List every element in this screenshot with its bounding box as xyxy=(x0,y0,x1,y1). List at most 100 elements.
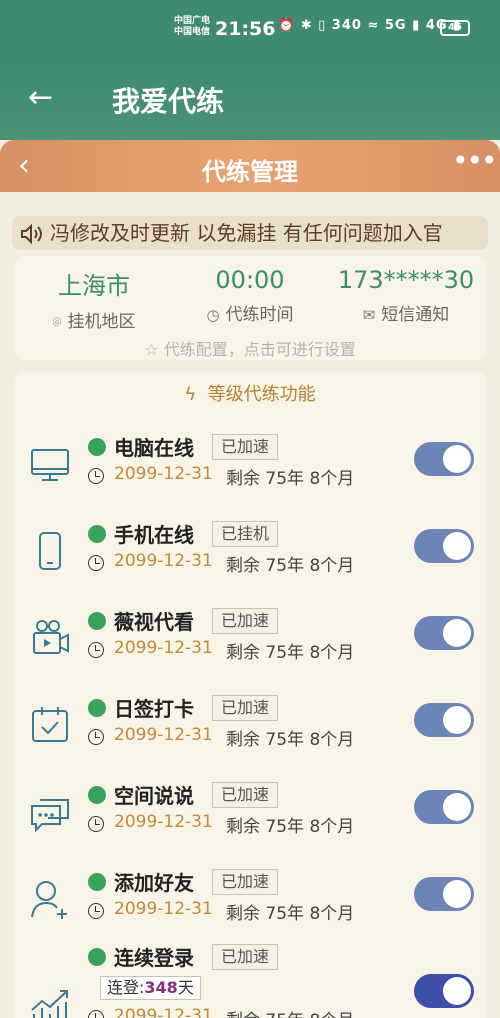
expire-date: 2099-12-31 xyxy=(114,464,213,484)
star-icon: ☆ xyxy=(144,340,164,359)
feature-row: 连续登录 已加速 连登:348天 2099-12-31 剩余 75年 8个月 xyxy=(14,944,486,1018)
more-icon[interactable]: ••• xyxy=(452,144,498,177)
feature-row: 日签打卡 已加速 2099-12-31 剩余 75年 8个月 xyxy=(14,691,486,771)
feature-card: ϟ 等级代练功能 电脑在线 已加速 2099-12-31 剩余 75年 8个月 … xyxy=(14,372,486,1018)
status-dot xyxy=(88,612,106,630)
feature-row: 薇视代看 已加速 2099-12-31 剩余 75年 8个月 xyxy=(14,604,486,684)
status-badge: 已加速 xyxy=(212,434,279,460)
toggle-switch[interactable] xyxy=(414,616,474,650)
notice-text: 冯修改及时更新 以免漏挂 有任何问题加入官 xyxy=(50,221,443,245)
location-block[interactable]: 上海市 ⌾ 挂机地区 xyxy=(14,266,174,332)
app-title: 我爱代练 xyxy=(112,85,225,118)
remaining-time: 剩余 75年 8个月 xyxy=(226,643,355,663)
app-bar: ← 我爱代练 xyxy=(0,60,500,140)
clock-icon xyxy=(88,729,104,745)
carrier-info: 中国广电 中国电信 xyxy=(174,16,210,38)
toggle-knob xyxy=(443,619,471,647)
info-card: 上海市 ⌾ 挂机地区 00:00 ◷ 代练时间 173*****30 ✉ 短信通知 ☆… xyxy=(14,256,486,360)
status-badge: 已挂机 xyxy=(212,521,279,547)
speaker-icon xyxy=(21,224,42,244)
video-camera-icon xyxy=(33,620,69,654)
clock-icon xyxy=(88,642,104,658)
monitor-icon xyxy=(31,449,69,481)
expire-date: 2099-12-31 xyxy=(114,1006,213,1018)
remaining-time: 剩余 75年 8个月 xyxy=(226,817,355,837)
feature-row: 电脑在线 已加速 2099-12-31 剩余 75年 8个月 xyxy=(14,430,486,510)
time-block[interactable]: 00:00 ◷ 代练时间 xyxy=(170,266,330,325)
toggle-knob xyxy=(443,445,471,473)
remaining-time: 剩余 75年 8个月 xyxy=(226,556,355,576)
status-badge: 已加速 xyxy=(212,695,279,721)
status-dot xyxy=(88,525,106,543)
remaining-time: 剩余 75年 8个月 xyxy=(226,1006,354,1018)
feature-name: 薇视代看 xyxy=(114,610,194,634)
chart-icon xyxy=(31,990,68,1018)
time-value: 00:00 xyxy=(215,266,285,294)
section-title: ϟ 等级代练功能 xyxy=(14,380,486,406)
streak-badge: 连登:348天 xyxy=(100,976,201,1000)
carrier-2: 中国电信 xyxy=(174,27,211,37)
phone-label: 短信通知 xyxy=(381,305,450,325)
page-title: 代练管理 xyxy=(202,158,298,186)
toggle-knob xyxy=(443,532,471,560)
back-arrow-icon[interactable]: ← xyxy=(28,80,53,115)
remaining-time: 剩余 75年 8个月 xyxy=(226,904,355,924)
location-pin-icon: ⌾ xyxy=(52,313,62,331)
feature-row: 手机在线 已挂机 2099-12-31 剩余 75年 8个月 xyxy=(14,517,486,597)
streak-unit: 天 xyxy=(177,978,194,997)
toggle-knob xyxy=(443,793,471,821)
feature-name: 电脑在线 xyxy=(114,436,194,460)
toggle-switch[interactable] xyxy=(414,703,474,737)
toggle-switch[interactable] xyxy=(414,442,474,476)
phone-value: 173*****30 xyxy=(337,266,475,294)
streak-label: 连登: xyxy=(107,978,145,997)
toggle-switch[interactable] xyxy=(414,877,474,911)
feature-row: 添加好友 已加速 2099-12-31 剩余 75年 8个月 xyxy=(14,865,486,945)
config-text: 代练配置，点击可进行设置 xyxy=(163,340,356,359)
remaining-time: 剩余 75年 8个月 xyxy=(226,730,355,750)
expire-date: 2099-12-31 xyxy=(114,638,213,658)
lightning-icon: ϟ xyxy=(184,384,208,405)
toggle-knob xyxy=(443,706,471,734)
feature-name: 手机在线 xyxy=(114,523,194,547)
add-user-icon xyxy=(31,881,67,919)
section-title-text: 等级代练功能 xyxy=(207,384,316,405)
toggle-knob xyxy=(443,880,471,908)
feature-name: 日签打卡 xyxy=(114,697,194,721)
status-dot xyxy=(88,873,106,891)
status-badge: 已加速 xyxy=(212,944,279,970)
config-link[interactable]: ☆ 代练配置，点击可进行设置 xyxy=(14,336,486,360)
toggle-switch[interactable] xyxy=(414,529,474,563)
status-bar: 中国广电 中国电信 21:56 ⏰ ✱ ▯ 340 ≈ 5G ▮ 4G ▮ 45 xyxy=(0,0,500,60)
feature-name: 连续登录 xyxy=(114,946,194,970)
clock-icon: ◷ xyxy=(206,306,220,324)
sub-header: ‹ 代练管理 ••• xyxy=(0,140,500,192)
clock-time: 21:56 xyxy=(215,18,276,40)
notice-banner: 冯修改及时更新 以免漏挂 有任何问题加入官 xyxy=(12,216,488,250)
location-value: 上海市 xyxy=(58,272,130,300)
status-icons: ⏰ ✱ ▯ 340 ≈ 5G ▮ 4G ▮ xyxy=(278,18,462,33)
status-badge: 已加速 xyxy=(212,782,279,808)
feature-name: 空间说说 xyxy=(114,784,194,808)
toggle-switch[interactable] xyxy=(414,974,474,1008)
carrier-1: 中国广电 xyxy=(174,16,211,26)
expire-date: 2099-12-31 xyxy=(114,812,213,832)
status-badge: 已加速 xyxy=(212,869,279,895)
toggle-switch[interactable] xyxy=(414,790,474,824)
clock-icon xyxy=(88,903,104,919)
phone-icon xyxy=(39,532,61,570)
clock-icon xyxy=(88,1010,104,1018)
status-badge: 已加速 xyxy=(212,608,279,634)
chat-icon xyxy=(31,799,69,833)
status-dot xyxy=(88,699,106,717)
sms-block[interactable]: 173*****30 ✉ 短信通知 xyxy=(326,266,486,325)
calendar-check-icon xyxy=(32,707,68,742)
clock-icon xyxy=(88,468,104,484)
main-content: 冯修改及时更新 以免漏挂 有任何问题加入官 上海市 ⌾ 挂机地区 00:00 ◷ 代… xyxy=(0,192,500,1018)
status-dot xyxy=(88,948,106,966)
expire-date: 2099-12-31 xyxy=(114,551,213,571)
streak-value: 348 xyxy=(144,978,178,997)
toggle-knob xyxy=(443,977,471,1005)
status-dot xyxy=(88,786,106,804)
location-label: 挂机地区 xyxy=(67,312,136,332)
